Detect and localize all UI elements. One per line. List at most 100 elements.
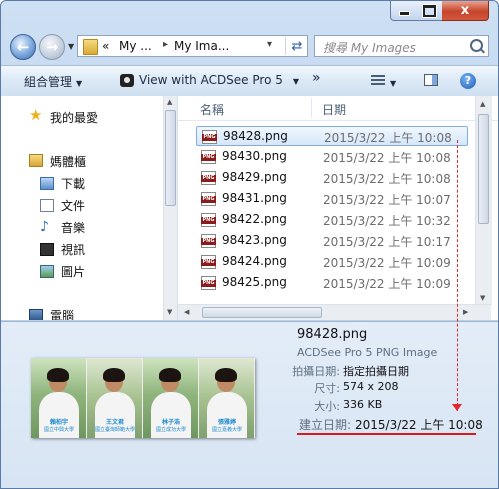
minimize-icon — [398, 11, 410, 16]
preview-pane-icon[interactable] — [424, 74, 438, 86]
star-icon: ★ — [29, 106, 43, 124]
more-commands-button[interactable]: » — [312, 70, 321, 86]
scrollbar-thumb[interactable] — [165, 110, 176, 206]
view-options-dropdown-icon[interactable]: ▼ — [390, 75, 396, 89]
png-file-icon: PNG — [201, 234, 216, 248]
search-input[interactable]: 搜尋 My Images — [314, 35, 489, 57]
sidebar-item-downloads[interactable]: 下載 — [61, 175, 85, 192]
file-date: 2015/3/22 上午 10:07 — [323, 193, 451, 207]
file-name: 98431.png — [222, 191, 287, 205]
minimize-button[interactable] — [390, 1, 418, 21]
column-divider[interactable] — [311, 98, 312, 118]
close-icon: x — [460, 3, 470, 18]
back-button[interactable]: ← — [10, 34, 36, 60]
png-file-icon: PNG — [201, 255, 216, 269]
breadcrumb-separator-icon[interactable]: ▸ — [163, 39, 168, 50]
scrollbar-thumb[interactable] — [478, 114, 489, 224]
file-date: 2015/3/22 上午 10:09 — [323, 256, 451, 270]
maximize-button[interactable] — [416, 1, 443, 21]
view-options-icon[interactable] — [371, 75, 385, 87]
music-icon: ♪ — [40, 219, 49, 235]
file-name: 98422.png — [222, 212, 287, 226]
sidebar-item-music[interactable]: 音樂 — [61, 219, 85, 236]
sidebar-item-computer[interactable]: 電腦 — [50, 307, 74, 320]
file-row[interactable]: PNG 98423.png 2015/3/22 上午 10:17 — [196, 231, 468, 251]
file-date: 2015/3/22 上午 10:08 — [323, 172, 451, 186]
recent-pages-chevron-icon[interactable]: ▼ — [68, 42, 74, 51]
picture-icon — [40, 265, 54, 278]
file-list-vertical-scrollbar[interactable]: ▲ ▼ — [475, 96, 492, 306]
file-list: 名稱 日期 PNG 98428.png 2015/3/22 上午 10:08 PNG 9… — [178, 96, 498, 320]
library-icon — [29, 154, 43, 167]
file-date: 2015/3/22 上午 10:08 — [324, 131, 452, 145]
dropdown-arrow-icon: ▼ — [292, 77, 300, 86]
png-file-icon: PNG — [202, 130, 217, 144]
thumbnail-photo: 王文君 國立臺灣師範大學 — [87, 358, 143, 438]
png-file-icon: PNG — [201, 192, 216, 206]
sidebar-item-documents[interactable]: 文件 — [61, 197, 85, 214]
date-taken-value[interactable]: 指定拍攝日期 — [343, 363, 409, 379]
navigation-scrollbar[interactable]: ▲ ▼ — [163, 96, 177, 320]
file-row[interactable]: PNG 98425.png 2015/3/22 上午 10:09 — [196, 273, 468, 293]
file-date: 2015/3/22 上午 10:08 — [323, 151, 451, 165]
breadcrumb-my-images[interactable]: My Ima... — [174, 39, 229, 53]
command-bar: 組合管理 ▼ View with ACDSee Pro 5 ▼ » ▼ ? — [1, 65, 498, 97]
details-pane: 賴柏宇 國立中興大學 王文君 國立臺灣師範大學 林子浩 國立成功大學 張雅婷 國立嘉義大學 9… — [1, 321, 498, 488]
forward-button[interactable]: → — [39, 34, 65, 60]
file-name: 98424.png — [222, 254, 287, 268]
column-date[interactable]: 日期 — [322, 101, 346, 118]
scroll-left-icon[interactable]: ◀ — [184, 308, 189, 316]
file-name: 98429.png — [222, 170, 287, 184]
view-with-acdsee-button[interactable]: View with ACDSee Pro 5 ▼ — [139, 73, 299, 87]
scrollbar-thumb[interactable] — [202, 307, 322, 318]
scroll-down-icon[interactable]: ▼ — [480, 294, 485, 302]
address-dropdown-icon[interactable]: ▾ — [267, 39, 272, 50]
file-row[interactable]: PNG 98429.png 2015/3/22 上午 10:08 — [196, 168, 468, 188]
image-thumbnail: 賴柏宇 國立中興大學 王文君 國立臺灣師範大學 林子浩 國立成功大學 張雅婷 國立嘉義大學 — [31, 358, 255, 438]
address-bar[interactable]: « My ... ▸ My Ima... ▾ — [77, 35, 308, 57]
annotation-underline — [297, 433, 476, 435]
thumbnail-photo: 林子浩 國立成功大學 — [143, 358, 199, 438]
file-name: 98430.png — [222, 149, 287, 163]
sidebar-item-libraries[interactable]: 媽體櫃 — [50, 153, 86, 170]
details-filetype: ACDSee Pro 5 PNG Image — [297, 346, 438, 359]
help-icon[interactable]: ? — [460, 73, 476, 89]
breadcrumb-my-documents[interactable]: My ... — [119, 39, 152, 53]
organize-menu[interactable]: 組合管理 ▼ — [24, 73, 82, 90]
column-header: 名稱 日期 — [178, 96, 498, 121]
file-list-horizontal-scrollbar[interactable]: ◀ ▶ — [178, 304, 491, 320]
photo-caption-school: 國立臺灣師範大學 — [94, 427, 135, 433]
file-row[interactable]: PNG 98431.png 2015/3/22 上午 10:07 — [196, 189, 468, 209]
scroll-right-icon[interactable]: ▶ — [463, 308, 468, 316]
file-row[interactable]: PNG 98424.png 2015/3/22 上午 10:09 — [196, 252, 468, 272]
scroll-down-icon[interactable]: ▼ — [167, 308, 172, 316]
navigation-pane: ★ 我的最愛 媽體櫃 下載 文件 ♪ 音樂 視訊 圖片 電腦 ▲ ▼ — [1, 96, 178, 320]
file-date: 2015/3/22 上午 10:32 — [323, 214, 451, 228]
details-filename: 98428.png — [297, 327, 368, 342]
close-button[interactable]: x — [442, 1, 489, 21]
sidebar-item-favorites[interactable]: 我的最愛 — [50, 109, 98, 126]
png-file-icon: PNG — [201, 213, 216, 227]
breadcrumb-overflow[interactable]: « — [102, 39, 109, 53]
column-name[interactable]: 名稱 — [200, 101, 224, 118]
photo-caption-school: 國立成功大學 — [155, 427, 186, 433]
sidebar-item-pictures[interactable]: 圖片 — [61, 263, 85, 280]
back-arrow-icon: ← — [16, 38, 30, 56]
view-with-label: View with ACDSee Pro 5 — [139, 73, 283, 87]
organize-label: 組合管理 — [24, 75, 73, 89]
png-file-icon: PNG — [201, 171, 216, 185]
person-hair — [215, 368, 237, 382]
search-placeholder: 搜尋 My Images — [323, 41, 416, 55]
file-row[interactable]: PNG 98428.png 2015/3/22 上午 10:08 — [196, 126, 468, 146]
annotation-arrow-line — [457, 140, 458, 411]
file-name: 98425.png — [222, 275, 287, 289]
file-row[interactable]: PNG 98422.png 2015/3/22 上午 10:32 — [196, 210, 468, 230]
scroll-up-icon[interactable]: ▲ — [167, 98, 172, 106]
scroll-up-icon[interactable]: ▲ — [480, 100, 485, 108]
photo-caption-name: 張雅婷 — [217, 419, 236, 426]
file-row[interactable]: PNG 98430.png 2015/3/22 上午 10:08 — [196, 147, 468, 167]
dimensions-value: 574 x 208 — [343, 380, 399, 393]
sidebar-item-videos[interactable]: 視訊 — [61, 241, 85, 258]
folder-icon — [83, 39, 98, 55]
refresh-icon[interactable]: ⇄ — [285, 37, 308, 55]
